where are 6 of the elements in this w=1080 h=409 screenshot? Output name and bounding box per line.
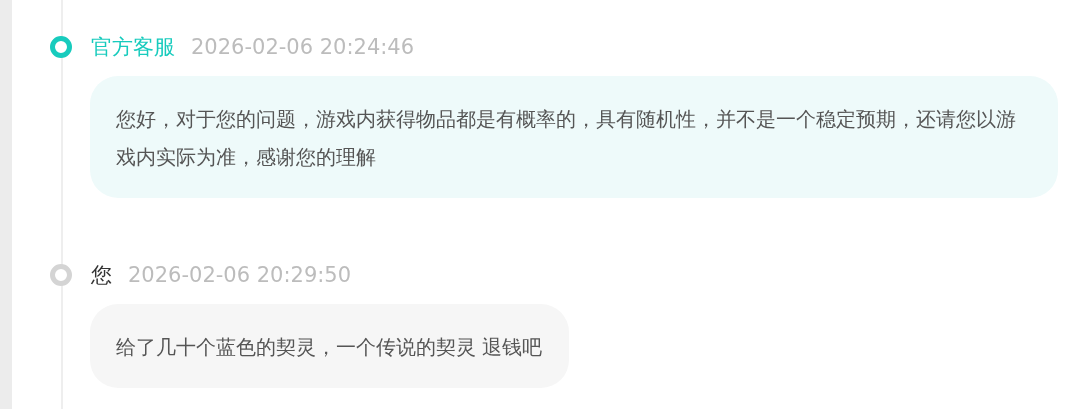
sender-name: 官方客服 <box>91 34 175 61</box>
message-text: 给了几十个蓝色的契灵，一个传说的契灵 退钱吧 <box>116 334 543 361</box>
message-time: 2026-02-06 20:29:50 <box>128 263 352 287</box>
sender-name: 您 <box>91 262 112 289</box>
message-text: 您好，对于您的问题，游戏内获得物品都是有概率的，具有随机性，并不是一个稳定预期，还请您以游戏内实际为准，感谢您的理解 <box>116 106 1017 171</box>
message-time: 2026-02-06 20:24:46 <box>191 35 415 59</box>
